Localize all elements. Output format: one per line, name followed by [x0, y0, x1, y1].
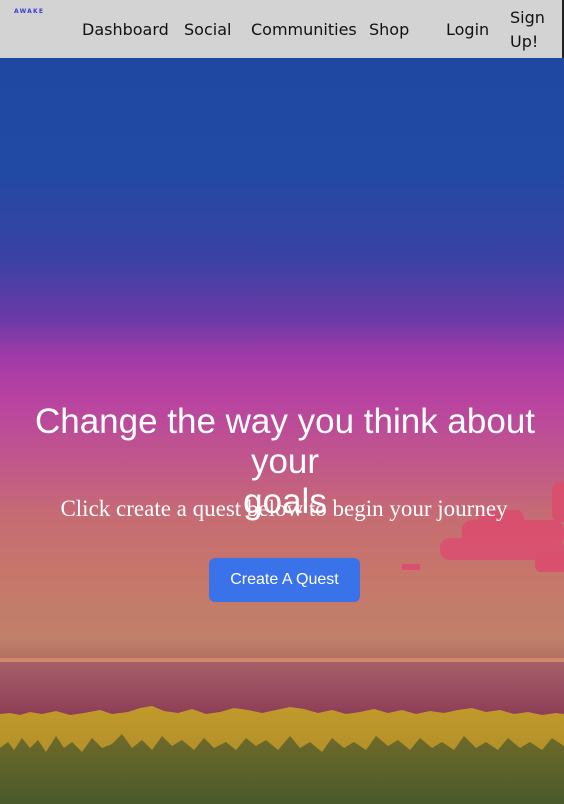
nav-link-communities[interactable]: Communities: [251, 18, 357, 42]
signup-line-1: Sign: [510, 8, 545, 27]
nav-link-social[interactable]: Social: [184, 18, 231, 42]
nav-link-dashboard[interactable]: Dashboard: [82, 18, 169, 42]
create-quest-button[interactable]: Create A Quest: [209, 558, 360, 602]
signup-link[interactable]: Sign Up!: [510, 6, 545, 54]
login-link[interactable]: Login: [446, 18, 489, 42]
nav-link-shop[interactable]: Shop: [369, 18, 409, 42]
hero-title-line-1: Change the way you think about your: [34, 402, 536, 481]
top-nav: AWAKE Dashboard Social Communities Shop …: [0, 0, 564, 58]
hero-subtitle: Click create a quest below to begin your…: [60, 496, 508, 521]
signup-line-2: Up!: [510, 32, 539, 51]
logo[interactable]: AWAKE: [14, 8, 44, 15]
